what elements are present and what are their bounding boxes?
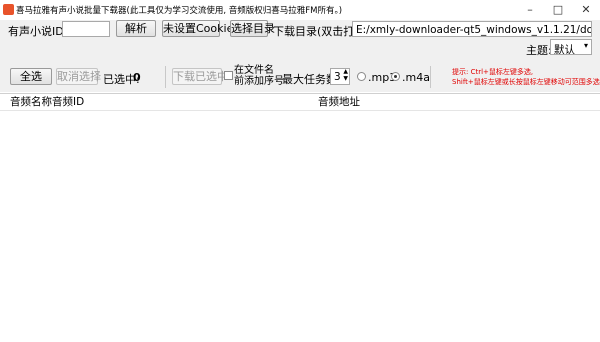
- prefix-number-label: 在文件名 前添加序号: [234, 65, 284, 87]
- maximize-button[interactable]: □: [544, 0, 572, 20]
- m4a-radio[interactable]: [391, 72, 400, 81]
- audio-table[interactable]: 音频名称 音频ID 音频地址: [0, 93, 600, 342]
- title-bar: 喜马拉雅有声小说批量下载器(此工具仅为学习交流使用, 音频版权归喜马拉雅FM所有…: [0, 0, 600, 21]
- mp3-radio[interactable]: [357, 72, 366, 81]
- novel-id-label: 有声小说ID:: [8, 25, 68, 38]
- hint-line1: 提示: Ctrl+鼠标左键多选,: [452, 68, 534, 76]
- cookie-button[interactable]: 未设置Cookie: [162, 20, 233, 37]
- column-header-audio-url[interactable]: 音频地址: [318, 94, 360, 110]
- spin-arrows-icon[interactable]: ▲ ▼: [343, 69, 348, 82]
- select-all-button[interactable]: 全选: [10, 68, 52, 85]
- novel-id-input[interactable]: [62, 21, 110, 37]
- column-header-audio-name[interactable]: 音频名称: [10, 94, 52, 110]
- download-directory-input[interactable]: E:/xmly-downloader-qt5_windows_v1.1.21/d…: [352, 21, 592, 37]
- prefix-number-label-line1: 在文件名: [234, 65, 274, 76]
- close-button[interactable]: ✕: [572, 0, 600, 20]
- minimize-button[interactable]: –: [516, 0, 544, 20]
- theme-select[interactable]: 默认 ▾: [550, 39, 592, 55]
- parse-button[interactable]: 解析: [116, 20, 156, 37]
- separator: [430, 66, 431, 88]
- app-icon: [3, 4, 14, 15]
- header-divider: [0, 110, 600, 111]
- max-tasks-spinbox[interactable]: 3 ▲ ▼: [330, 68, 350, 85]
- hint-line2: Shift+鼠标左键或长按鼠标左键移动可范围多选.: [452, 78, 600, 86]
- max-tasks-value: 3: [334, 71, 341, 83]
- deselect-button[interactable]: 取消选择: [56, 68, 101, 85]
- m4a-label: .m4a: [402, 71, 430, 84]
- theme-label: 主题:: [526, 44, 552, 57]
- chevron-down-icon: ▾: [583, 41, 588, 50]
- prefix-number-checkbox[interactable]: [224, 71, 233, 80]
- column-header-audio-id[interactable]: 音频ID: [52, 94, 84, 110]
- selected-count: 0: [133, 71, 141, 84]
- choose-directory-button[interactable]: 选择目录: [230, 20, 275, 37]
- top-toolbar: 有声小说ID: 解析 未设置Cookie 选择目录 下载目录(双击打开): E:…: [0, 20, 600, 64]
- separator: [165, 66, 166, 88]
- download-selected-button[interactable]: 下载已选中: [172, 68, 228, 85]
- theme-select-value: 默认: [554, 44, 575, 55]
- prefix-number-label-line2: 前添加序号: [234, 76, 284, 87]
- control-panel: 全选 取消选择 已选中: 0 下载已选中 在文件名 前添加序号 最大任务数: 3…: [0, 64, 600, 92]
- window-title: 喜马拉雅有声小说批量下载器(此工具仅为学习交流使用, 音频版权归喜马拉雅FM所有…: [16, 6, 343, 16]
